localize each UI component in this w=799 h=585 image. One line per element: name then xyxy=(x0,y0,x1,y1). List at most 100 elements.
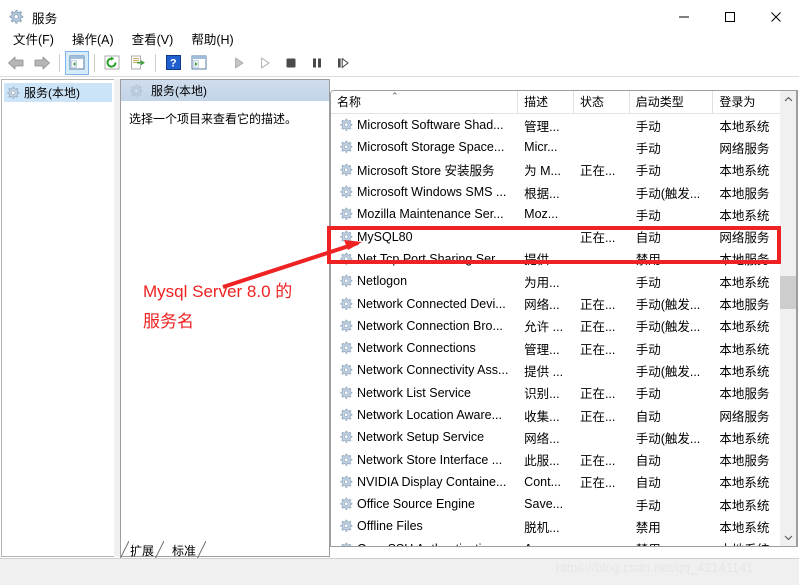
scrollbar-thumb[interactable] xyxy=(780,276,796,309)
service-cell-desc: 脱机... xyxy=(518,517,574,536)
menu-help[interactable]: 帮助(H) xyxy=(182,27,242,50)
service-gear-icon xyxy=(340,364,353,377)
service-desc-text: 提供... xyxy=(524,253,560,268)
forward-button[interactable] xyxy=(30,51,54,75)
refresh-button[interactable] xyxy=(100,51,124,75)
service-gear-icon xyxy=(340,430,353,443)
service-row[interactable]: Microsoft Storage Space... Micr... 手动 网络服务 xyxy=(331,136,797,158)
stop-service-button[interactable] xyxy=(279,51,303,75)
service-cell-name: Network List Service xyxy=(331,386,518,400)
service-logon-text: 网络服务 xyxy=(719,231,770,246)
service-desc-text: Micr... xyxy=(524,140,558,155)
service-cell-name: Offline Files xyxy=(331,519,518,533)
service-row[interactable]: Microsoft Software Shad... 管理... 手动 本地系统 xyxy=(331,114,797,136)
service-cell-startup: 手动 xyxy=(630,160,714,179)
service-startup-text: 手动(触发... xyxy=(635,320,701,335)
service-cell-name: Network Connected Devi... xyxy=(331,297,518,311)
tree-item-services-local[interactable]: 服务(本地) xyxy=(4,83,112,102)
service-gear-icon xyxy=(340,274,353,287)
service-name-text: Offline Files xyxy=(357,519,423,534)
service-gear-icon xyxy=(340,453,353,466)
service-row[interactable]: Network Setup Service 网络... 手动(触发... 本地系统 xyxy=(331,426,797,448)
column-header-status[interactable]: 状态 xyxy=(574,91,630,113)
service-cell-desc: 允许 ... xyxy=(518,316,574,335)
service-row[interactable]: Mozilla Maintenance Ser... Moz... 手动 本地系统 xyxy=(331,203,797,225)
pause-service-button[interactable] xyxy=(305,51,329,75)
service-cell-name: Network Location Aware... xyxy=(331,408,518,422)
export-list-button[interactable] xyxy=(126,51,150,75)
service-desc-text: 允许 ... xyxy=(524,320,564,335)
menu-action[interactable]: 操作(A) xyxy=(63,27,123,50)
services-list-header: 名称 ⌃ 描述 状态 启动类型 登录为 xyxy=(331,91,797,114)
scroll-up-button[interactable] xyxy=(780,91,796,108)
service-name-text: Mozilla Maintenance Ser... xyxy=(357,207,504,222)
show-action-pane-button[interactable] xyxy=(187,51,211,75)
service-row[interactable]: Netlogon 为用... 手动 本地系统 xyxy=(331,270,797,292)
service-cell-startup: 手动 xyxy=(630,383,714,402)
service-row[interactable]: Microsoft Store 安装服务 为 M... 正在... 手动 本地系统 xyxy=(331,159,797,181)
service-row[interactable]: NVIDIA Display Containe... Cont... 正在... 自动… xyxy=(331,471,797,493)
service-gear-icon xyxy=(340,497,353,510)
column-header-startup[interactable]: 启动类型 xyxy=(630,91,714,113)
service-name-text: Network List Service xyxy=(357,385,471,400)
export-list-icon xyxy=(131,55,145,70)
service-cell-status: 正在... xyxy=(574,227,630,246)
view-tabs: 扩展 标准 xyxy=(120,540,798,560)
services-list-scrollbar[interactable] xyxy=(780,90,797,547)
service-cell-status: 正在... xyxy=(574,316,630,335)
menu-file[interactable]: 文件(F) xyxy=(4,27,63,50)
start-service-button[interactable] xyxy=(227,51,251,75)
column-header-label: 启动类型 xyxy=(635,95,684,109)
service-desc-text: 识别... xyxy=(524,387,560,402)
services-window: 服务 文件(F) 操作(A) 查看(V) 帮助(H) ? 服务(本地) 服务(本… xyxy=(0,0,799,585)
service-gear-icon xyxy=(340,118,353,131)
service-name-text: Office Source Engine xyxy=(357,497,475,512)
window-title: 服务 xyxy=(32,11,58,26)
refresh-icon xyxy=(104,55,120,70)
service-row[interactable]: Network Location Aware... 收集... 正在... 自动 网络服… xyxy=(331,404,797,426)
resume-service-button[interactable] xyxy=(331,51,355,75)
service-row[interactable]: Network Connections 管理... 正在... 手动 本地系统 xyxy=(331,337,797,359)
service-cell-name: Network Store Interface ... xyxy=(331,453,518,467)
description-pane: 服务(本地) 选择一个项目来查看它的描述。 xyxy=(120,79,330,557)
service-row[interactable]: Office Source Engine Save... 手动 本地系统 xyxy=(331,493,797,515)
service-row[interactable]: Network Connectivity Ass... 提供 ... 手动(触发..… xyxy=(331,359,797,381)
service-row[interactable]: Network Store Interface ... 此服... 正在... 自动 本… xyxy=(331,448,797,470)
service-cell-desc: 收集... xyxy=(518,406,574,425)
back-button[interactable] xyxy=(4,51,28,75)
service-row[interactable]: Network List Service 识别... 正在... 手动 本地服务 xyxy=(331,382,797,404)
service-row[interactable]: Offline Files 脱机... 禁用 本地系统 xyxy=(331,515,797,537)
help-button[interactable]: ? xyxy=(161,51,185,75)
service-row[interactable]: Network Connected Devi... 网络... 正在... 手动(触发… xyxy=(331,292,797,314)
service-name-text: Network Setup Service xyxy=(357,430,485,445)
service-status-text: 正在... xyxy=(579,164,616,179)
service-cell-startup: 禁用 xyxy=(630,249,714,268)
service-logon-text: 本地服务 xyxy=(719,454,770,469)
service-cell-name: NVIDIA Display Containe... xyxy=(331,475,518,489)
service-cell-desc: 为 M... xyxy=(518,160,574,179)
service-name-text: Network Connection Bro... xyxy=(357,318,503,333)
service-name-text: Netlogon xyxy=(357,274,408,289)
service-startup-text: 手动 xyxy=(635,498,661,513)
service-row[interactable]: Net.Tcp Port Sharing Ser... 提供... 禁用 本地服务 xyxy=(331,248,797,270)
service-row[interactable]: Microsoft Windows SMS ... 根据... 手动(触发... 本地… xyxy=(331,181,797,203)
service-logon-text: 本地服务 xyxy=(719,298,770,313)
service-startup-text: 手动 xyxy=(635,119,661,134)
service-logon-text: 本地系统 xyxy=(719,431,770,446)
service-cell-desc: 网络... xyxy=(518,428,574,447)
restart-service-button[interactable] xyxy=(253,51,277,75)
column-header-desc[interactable]: 描述 xyxy=(518,91,574,113)
service-cell-name: Network Connection Bro... xyxy=(331,319,518,333)
show-hide-console-tree-button[interactable] xyxy=(65,50,89,75)
service-cell-status: 正在... xyxy=(574,406,630,425)
service-gear-icon xyxy=(340,141,353,154)
description-pane-header: 服务(本地) xyxy=(121,80,329,102)
service-gear-icon xyxy=(340,341,353,354)
service-cell-startup: 自动 xyxy=(630,472,714,491)
service-row[interactable]: MySQL80 正在... 自动 网络服务 xyxy=(331,225,797,247)
service-name-text: NVIDIA Display Containe... xyxy=(357,474,507,489)
column-header-name[interactable]: 名称 ⌃ xyxy=(331,91,519,113)
service-status-text: 正在... xyxy=(579,320,616,335)
service-row[interactable]: Network Connection Bro... 允许 ... 正在... 手动(触… xyxy=(331,315,797,337)
menu-view[interactable]: 查看(V) xyxy=(123,27,183,50)
